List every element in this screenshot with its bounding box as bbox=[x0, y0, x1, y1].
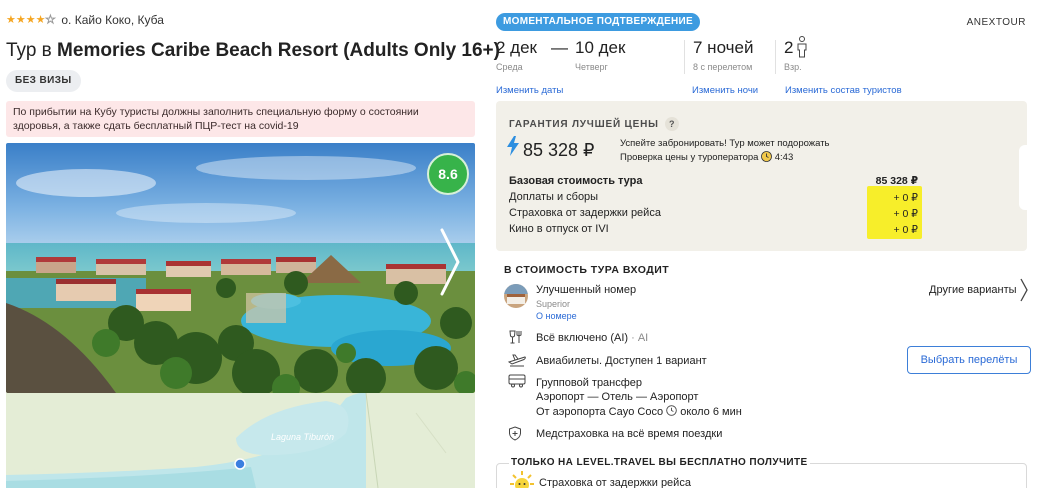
tour-operator: ANEXTOUR bbox=[966, 17, 1026, 28]
covid-notice: По прибытии на Кубу туристы должны запол… bbox=[6, 101, 475, 137]
star-empty-icon: ★ bbox=[45, 13, 56, 26]
hotel-name[interactable]: Memories Caribe Beach Resort (Adults Onl… bbox=[57, 40, 500, 61]
meal-glass-icon bbox=[509, 330, 522, 344]
plane-icon bbox=[508, 354, 526, 367]
day-to: Четверг bbox=[575, 62, 608, 72]
price-check-timer: 4:43 bbox=[774, 151, 794, 163]
price-card: ГАРАНТИЯ ЛУЧШЕЙ ЦЕНЫ ? 85 328 ₽ Успейте … bbox=[496, 101, 1030, 251]
adults-count: 2 bbox=[784, 38, 794, 57]
about-room-link[interactable]: О номере bbox=[536, 311, 577, 321]
transfer-from: От аэропорта Cayo Coco bbox=[536, 406, 664, 418]
transfer-duration: От аэропорта Cayo Coco около 6 мин bbox=[536, 405, 742, 418]
star-filled-icon: ★ bbox=[6, 13, 16, 26]
next-photo-arrow-icon[interactable] bbox=[439, 227, 461, 297]
breakdown-value-base: 85 328 ₽ bbox=[875, 175, 918, 187]
booking-column: МОМЕНТАЛЬНОЕ ПОДТВЕРЖДЕНИЕ ANEXTOUR 2 де… bbox=[496, 0, 1038, 488]
hotel-column: ★ ★ ★ ★ ★ о. Кайо Коко, Куба Тур в Memories … bbox=[0, 0, 500, 488]
change-nights-link[interactable]: Изменить ночи bbox=[692, 85, 758, 96]
choose-flights-button[interactable]: Выбрать перелёты bbox=[907, 346, 1031, 374]
breakdown-value-fees: + 0 ₽ bbox=[893, 192, 919, 204]
other-variants-link[interactable]: Другие варианты bbox=[929, 284, 1017, 296]
best-price-guarantee: ГАРАНТИЯ ЛУЧШЕЙ ЦЕНЫ ? bbox=[509, 117, 679, 131]
divider bbox=[775, 40, 776, 74]
clock-icon bbox=[761, 150, 773, 162]
rating-badge: 8.6 bbox=[427, 153, 469, 195]
hurry-note: Успейте забронировать! Тур может подорож… bbox=[620, 138, 830, 164]
change-dates-link[interactable]: Изменить даты bbox=[496, 85, 563, 96]
breakdown-label-ivi: Кино в отпуск от IVI bbox=[509, 223, 609, 235]
change-tourists-link[interactable]: Изменить состав туристов bbox=[785, 85, 902, 96]
resort-photo-image bbox=[6, 143, 475, 393]
date-dash: — bbox=[551, 38, 568, 57]
med-insurance: Медстраховка на всё время поездки bbox=[536, 428, 723, 440]
breakdown-value-ivi: + 0 ₽ bbox=[893, 224, 919, 236]
chevron-right-icon[interactable] bbox=[1019, 277, 1029, 303]
breakdown-label-fees: Доплаты и сборы bbox=[509, 191, 599, 203]
star-rating: ★ ★ ★ ★ ★ bbox=[6, 13, 56, 26]
hotel-location-row: ★ ★ ★ ★ ★ о. Кайо Коко, Куба bbox=[6, 13, 164, 27]
total-price: 85 328 ₽ bbox=[523, 140, 595, 160]
day-from: Среда bbox=[496, 62, 523, 72]
meal-plan-code: · AI bbox=[631, 332, 649, 344]
guarantee-help-icon[interactable]: ? bbox=[664, 117, 679, 131]
visa-badge: БЕЗ ВИЗЫ bbox=[6, 70, 81, 92]
star-filled-icon: ★ bbox=[35, 13, 46, 26]
date-from: 2 дек bbox=[496, 38, 537, 57]
room-thumbnail[interactable] bbox=[504, 284, 528, 308]
map-hotel-pin-icon[interactable] bbox=[234, 458, 246, 470]
title-prefix: Тур в bbox=[6, 40, 52, 61]
flights-info: Авиабилеты. Доступен 1 вариант bbox=[536, 355, 707, 367]
date-to: 10 дек bbox=[575, 38, 626, 57]
meal-plan: Всё включено (AI) · AI bbox=[536, 332, 648, 344]
bonus-item-delay-insurance: Страховка от задержки рейса bbox=[539, 477, 691, 488]
hotel-map[interactable]: Laguna Tiburón bbox=[6, 393, 475, 488]
card-notch bbox=[1019, 145, 1030, 210]
star-filled-icon: ★ bbox=[15, 13, 26, 26]
hotel-title: Тур в Memories Caribe Beach Resort (Adul… bbox=[6, 40, 500, 62]
breakdown-value-delay-insurance: + 0 ₽ bbox=[893, 208, 919, 220]
person-icon bbox=[797, 36, 807, 58]
star-filled-icon: ★ bbox=[25, 13, 36, 26]
room-name: Улучшенный номер bbox=[536, 284, 637, 296]
included-heading: В СТОИМОСТЬ ТУРА ВХОДИТ bbox=[504, 264, 670, 276]
clock-icon bbox=[666, 405, 677, 416]
hurry-line-2: Проверка цены у туроператора bbox=[620, 151, 759, 163]
hotel-photo[interactable]: 8.6 bbox=[6, 143, 475, 393]
lightning-icon bbox=[507, 136, 519, 156]
meal-plan-label: Всё включено (AI) bbox=[536, 332, 629, 344]
shield-icon bbox=[509, 426, 521, 441]
bus-icon bbox=[508, 374, 526, 388]
adults-note: Взр. bbox=[784, 62, 802, 72]
transfer-time: около 6 мин bbox=[680, 406, 742, 418]
breakdown-label-base: Базовая стоимость тура bbox=[509, 175, 643, 187]
map-lagoon-label: Laguna Tiburón bbox=[271, 432, 334, 442]
room-type: Superior bbox=[536, 299, 571, 309]
map-canvas: Laguna Tiburón bbox=[6, 393, 475, 488]
room-photo-image bbox=[504, 284, 528, 308]
transfer-route: Аэропорт — Отель — Аэропорт bbox=[536, 391, 699, 403]
divider bbox=[684, 40, 685, 74]
bonus-heading: ТОЛЬКО НА LEVEL.TRAVEL ВЫ БЕСПЛАТНО ПОЛУ… bbox=[509, 457, 810, 468]
transfer-type: Групповой трансфер bbox=[536, 377, 643, 389]
sun-icon bbox=[510, 471, 534, 488]
instant-confirmation-badge: МОМЕНТАЛЬНОЕ ПОДТВЕРЖДЕНИЕ bbox=[496, 13, 701, 31]
nights-note: 8 с перелетом bbox=[693, 62, 753, 72]
hurry-line-1: Успейте забронировать! Тур может подорож… bbox=[620, 138, 830, 149]
guarantee-label: ГАРАНТИЯ ЛУЧШЕЙ ЦЕНЫ bbox=[509, 118, 659, 130]
bonus-box: ТОЛЬКО НА LEVEL.TRAVEL ВЫ БЕСПЛАТНО ПОЛУ… bbox=[496, 457, 1027, 488]
nights-count: 7 ночей bbox=[693, 38, 754, 57]
hotel-location: о. Кайо Коко, Куба bbox=[61, 13, 164, 27]
breakdown-label-delay-insurance: Страховка от задержки рейса bbox=[509, 207, 661, 219]
